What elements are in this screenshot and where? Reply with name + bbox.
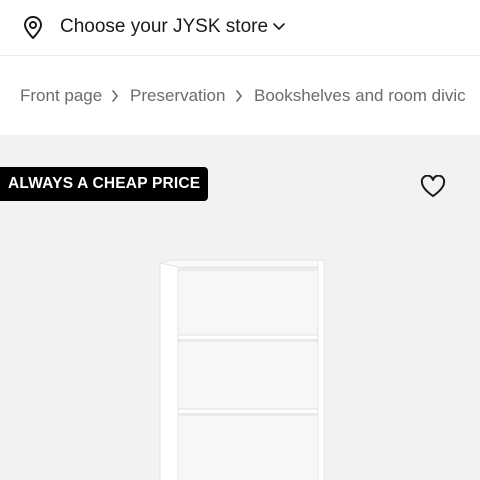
price-badge: ALWAYS A CHEAP PRICE bbox=[0, 167, 209, 201]
chevron-right-icon bbox=[236, 90, 242, 102]
store-selector[interactable]: Choose your JYSK store bbox=[0, 0, 480, 56]
breadcrumb-preservation[interactable]: Preservation bbox=[130, 86, 225, 106]
breadcrumb: Front page Preservation Bookshelves and … bbox=[0, 57, 480, 135]
breadcrumb-front-page[interactable]: Front page bbox=[20, 86, 102, 106]
location-pin-icon bbox=[24, 16, 42, 39]
heart-outline-icon[interactable] bbox=[420, 175, 446, 199]
store-selector-label: Choose your JYSK store bbox=[60, 16, 269, 37]
white-bookshelf-image bbox=[159, 259, 325, 480]
breadcrumb-bookshelves[interactable]: Bookshelves and room divic bbox=[254, 86, 466, 106]
chevron-right-icon bbox=[112, 90, 118, 102]
chevron-down-icon bbox=[273, 23, 285, 30]
product-image-gallery[interactable]: ALWAYS A CHEAP PRICE bbox=[0, 135, 480, 480]
